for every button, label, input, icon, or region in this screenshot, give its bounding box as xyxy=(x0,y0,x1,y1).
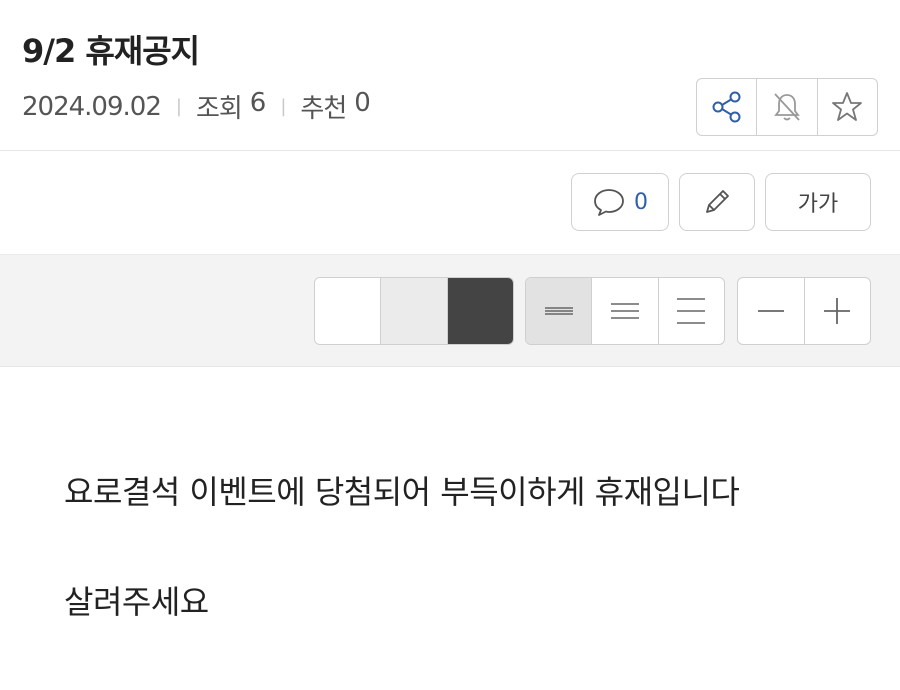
edit-button[interactable] xyxy=(679,173,755,231)
view-options-bar xyxy=(0,254,900,367)
body-paragraph: 요로결석 이벤트에 당첨되어 부득이하게 휴재입니다 xyxy=(64,473,740,511)
line-spacing-narrow-option[interactable] xyxy=(526,278,593,344)
bg-dark-option[interactable] xyxy=(447,278,513,344)
increase-text-size-button[interactable] xyxy=(805,278,871,344)
post-header: 9/2 휴재공지 2024.09.02 | 조회 6 | 추천 0 xyxy=(0,0,900,151)
view-count-value: 6 xyxy=(249,88,267,118)
bg-gray-option[interactable] xyxy=(381,278,448,344)
post-meta: 2024.09.02 | 조회 6 | 추천 0 xyxy=(22,88,371,125)
decrease-text-size-button[interactable] xyxy=(738,278,805,344)
view-count-label: 조회 xyxy=(195,94,243,124)
post-date: 2024.09.02 xyxy=(22,91,162,122)
recommend-count-label: 추천 xyxy=(300,94,347,124)
body-paragraph: 살려주세요 xyxy=(64,583,209,621)
meta-divider: | xyxy=(280,96,286,117)
background-color-selector xyxy=(314,277,514,345)
post-body: 요로결석 이벤트에 당첨되어 부득이하게 휴재입니다 살려주세요 xyxy=(64,470,740,690)
comment-count: 0 xyxy=(634,189,648,215)
line-spacing-medium-icon xyxy=(610,303,639,319)
line-spacing-medium-option[interactable] xyxy=(592,278,659,344)
post-toolbar: 0 가가 xyxy=(0,151,900,255)
recommend-count: 추천 0 xyxy=(300,88,371,125)
post-title: 9/2 휴재공지 xyxy=(22,32,200,70)
favorite-button[interactable] xyxy=(818,79,877,135)
font-size-button[interactable]: 가가 xyxy=(765,173,871,231)
share-icon xyxy=(712,91,741,123)
line-spacing-narrow-icon xyxy=(544,307,573,315)
minus-icon xyxy=(757,310,784,312)
post-actions xyxy=(696,78,878,136)
share-button[interactable] xyxy=(697,79,758,135)
plus-icon xyxy=(824,298,851,324)
line-spacing-wide-option[interactable] xyxy=(659,278,724,344)
star-icon xyxy=(832,92,863,121)
line-spacing-wide-icon xyxy=(677,298,706,324)
view-count: 조회 6 xyxy=(195,88,267,125)
bg-white-option[interactable] xyxy=(315,278,382,344)
comment-button[interactable]: 0 xyxy=(571,173,669,231)
line-spacing-selector xyxy=(525,277,725,345)
recommend-count-value: 0 xyxy=(354,88,371,118)
text-size-selector xyxy=(737,277,871,345)
meta-divider: | xyxy=(175,96,182,117)
pencil-icon xyxy=(706,190,729,213)
bell-off-icon xyxy=(774,93,800,121)
notification-off-button[interactable] xyxy=(757,79,818,135)
speech-bubble-icon xyxy=(594,189,624,216)
